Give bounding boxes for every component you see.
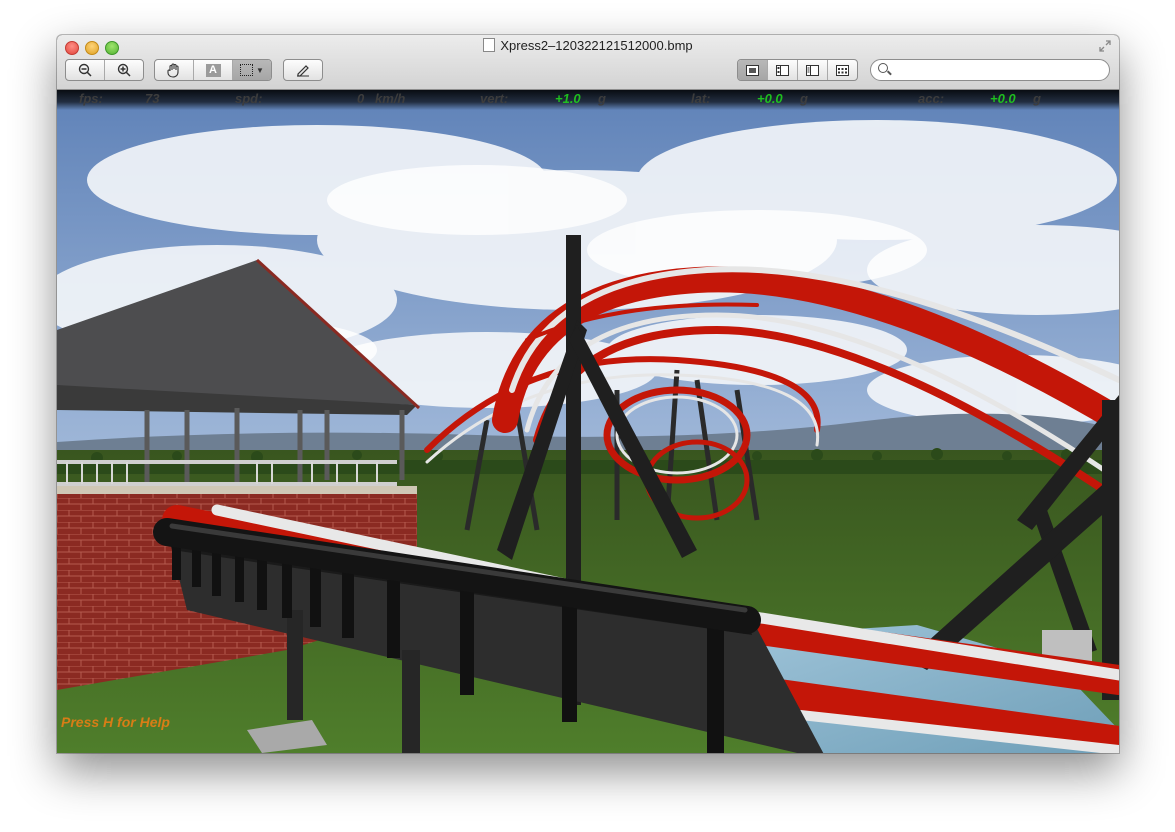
- annotate-button[interactable]: [284, 60, 322, 80]
- image-viewport[interactable]: fps: 73 spd: 0 km/h vert: +1.0 g lat: +0…: [57, 90, 1119, 753]
- speed-unit: km/h: [375, 91, 406, 106]
- vertical-g-unit: g: [598, 91, 606, 106]
- zoom-out-icon: [78, 63, 92, 77]
- vertical-g-label: vert:: [480, 91, 509, 106]
- view-contact-sheet-button[interactable]: [828, 60, 857, 80]
- hand-icon: [167, 63, 179, 78]
- rect-select-icon: [240, 64, 254, 76]
- view-content-only-button[interactable]: [738, 60, 768, 80]
- window-toolbar: Xpress2–120322121512000.bmp A ▼: [57, 35, 1119, 90]
- speed-value: 0: [357, 91, 365, 106]
- content-only-icon: [746, 64, 759, 76]
- lateral-g-label: lat:: [691, 91, 711, 106]
- search-field[interactable]: [870, 59, 1110, 81]
- annotate-button-group: [283, 59, 323, 81]
- preview-window: Xpress2–120322121512000.bmp A ▼ fps: 73 …: [57, 35, 1119, 753]
- text-select-icon: A: [205, 63, 221, 77]
- window-title: Xpress2–120322121512000.bmp: [57, 38, 1119, 53]
- contact-sheet-icon: [836, 64, 849, 76]
- table-of-contents-icon: [806, 64, 819, 76]
- chevron-down-icon: ▼: [256, 65, 264, 75]
- fps-value: 73: [145, 91, 160, 106]
- vertical-g-value: +1.0: [555, 91, 581, 106]
- zoom-in-icon: [117, 63, 131, 77]
- search-input[interactable]: [893, 62, 1102, 79]
- help-hint: Press H for Help: [61, 714, 170, 730]
- zoom-out-button[interactable]: [66, 60, 105, 80]
- text-tool-button[interactable]: A: [194, 60, 233, 80]
- window-title-text: Xpress2–120322121512000.bmp: [500, 38, 693, 53]
- fullscreen-icon[interactable]: [1099, 40, 1113, 54]
- search-icon: [878, 63, 888, 73]
- selection-tool-button[interactable]: ▼: [233, 60, 271, 80]
- zoom-button-group: [65, 59, 144, 81]
- acceleration-value: +0.0: [990, 91, 1016, 106]
- lateral-g-unit: g: [800, 91, 808, 106]
- telemetry-hud: fps: 73 spd: 0 km/h vert: +1.0 g lat: +0…: [57, 90, 1119, 110]
- view-toc-button[interactable]: [798, 60, 828, 80]
- acceleration-label: acc:: [918, 91, 945, 106]
- thumbnails-icon: [776, 64, 789, 76]
- pencil-icon: [297, 65, 309, 77]
- coaster-scene-image: [57, 90, 1119, 753]
- move-tool-button[interactable]: [155, 60, 194, 80]
- tool-button-group: A ▼: [154, 59, 272, 81]
- lateral-g-value: +0.0: [757, 91, 783, 106]
- acceleration-unit: g: [1033, 91, 1041, 106]
- fps-label: fps:: [79, 91, 103, 106]
- view-thumbnails-button[interactable]: [768, 60, 798, 80]
- view-button-group: [737, 59, 858, 81]
- zoom-in-button[interactable]: [105, 60, 143, 80]
- speed-label: spd:: [235, 91, 263, 106]
- bmp-file-icon: [483, 38, 496, 52]
